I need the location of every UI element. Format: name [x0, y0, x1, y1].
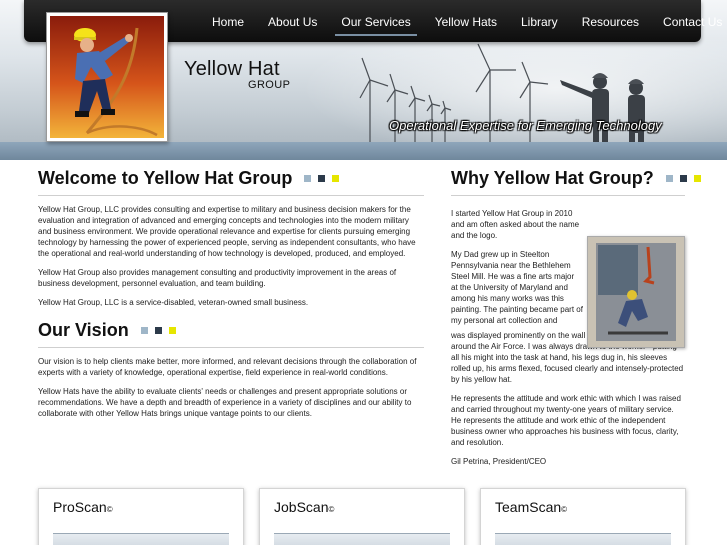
wind-turbines-image	[359, 43, 645, 150]
nav-about-us[interactable]: About Us	[256, 0, 329, 42]
card-photo	[53, 533, 229, 545]
nav-home[interactable]: Home	[200, 0, 256, 42]
nav-contact-us[interactable]: Contact Us	[651, 0, 727, 42]
square-yellow	[332, 175, 340, 182]
card-jobscan[interactable]: JobScan©	[259, 488, 465, 545]
copyright-mark: ©	[106, 505, 113, 514]
why-paragraph: I started Yellow Hat Group in 2010 and a…	[451, 209, 580, 240]
header-bottom-band	[0, 142, 727, 160]
why-paragraph: My Dad grew up in Steelton Pennsylvania …	[451, 250, 583, 325]
square-light	[304, 175, 312, 182]
vision-title: Our Vision	[38, 320, 129, 340]
why-heading-row: Why Yellow Hat Group?	[451, 168, 701, 196]
card-title: JobScan©	[274, 499, 334, 515]
vision-paragraph: Yellow Hats have the ability to evaluate…	[38, 387, 412, 418]
card-title-text: ProScan	[53, 499, 107, 515]
copyright-mark: ©	[328, 505, 335, 514]
square-dark	[318, 175, 326, 182]
square-yellow	[693, 175, 701, 182]
why-paragraph: He represents the attitude and work ethi…	[451, 394, 681, 447]
card-photo	[274, 533, 450, 545]
card-title: TeamScan©	[495, 499, 567, 515]
site-header: Home About Us Our Services Yellow Hats L…	[0, 0, 727, 160]
nav-yellow-hats[interactable]: Yellow Hats	[423, 0, 509, 42]
why-text-narrow: I started Yellow Hat Group in 2010 and a…	[451, 208, 583, 326]
heading-squares	[304, 175, 346, 182]
square-dark	[154, 327, 162, 334]
welcome-paragraph: Yellow Hat Group, LLC provides consultin…	[38, 205, 416, 258]
heading-squares	[665, 175, 708, 182]
heading-squares	[140, 327, 183, 334]
nav-resources[interactable]: Resources	[570, 0, 651, 42]
why-content: I started Yellow Hat Group in 2010 and a…	[451, 208, 685, 467]
card-proscan[interactable]: ProScan©	[38, 488, 244, 545]
main-column: Welcome to Yellow Hat Group Yellow Hat G…	[38, 168, 424, 419]
header-tagline: Operational Expertise for Emerging Techn…	[389, 118, 662, 133]
copyright-mark: ©	[561, 505, 568, 514]
brand-wordmark[interactable]: Yellow Hat GROUP	[184, 58, 290, 91]
main-nav: Home About Us Our Services Yellow Hats L…	[200, 0, 727, 42]
welcome-title: Welcome to Yellow Hat Group	[38, 168, 293, 188]
worker-painting-image[interactable]	[587, 236, 685, 348]
nav-our-services[interactable]: Our Services	[329, 0, 422, 42]
why-signature: Gil Petrina, President/CEO	[451, 457, 547, 466]
vision-paragraph: Our vision is to help clients make bette…	[38, 357, 417, 377]
square-yellow	[168, 327, 176, 334]
brand-subtitle: GROUP	[248, 79, 291, 91]
brand-name: Yellow Hat	[184, 58, 280, 80]
nav-library[interactable]: Library	[509, 0, 570, 42]
welcome-paragraph: Yellow Hat Group, LLC is a service-disab…	[38, 298, 309, 307]
card-title-text: JobScan	[274, 499, 329, 515]
card-photo	[495, 533, 671, 545]
welcome-heading-row: Welcome to Yellow Hat Group	[38, 168, 424, 196]
card-teamscan[interactable]: TeamScan©	[480, 488, 686, 545]
square-dark	[679, 175, 687, 182]
square-light	[665, 175, 673, 182]
welcome-paragraph: Yellow Hat Group also provides managemen…	[38, 268, 397, 288]
vision-heading-row: Our Vision	[38, 320, 424, 348]
card-title: ProScan©	[53, 499, 113, 515]
why-title: Why Yellow Hat Group?	[451, 168, 654, 188]
card-title-text: TeamScan	[495, 499, 562, 515]
sidebar-column: Why Yellow Hat Group? I started Yellow H…	[451, 168, 701, 475]
why-text-wide: was displayed prominently on the wall of…	[451, 330, 685, 467]
logo-worker-image[interactable]	[46, 12, 168, 142]
square-light	[140, 327, 148, 334]
